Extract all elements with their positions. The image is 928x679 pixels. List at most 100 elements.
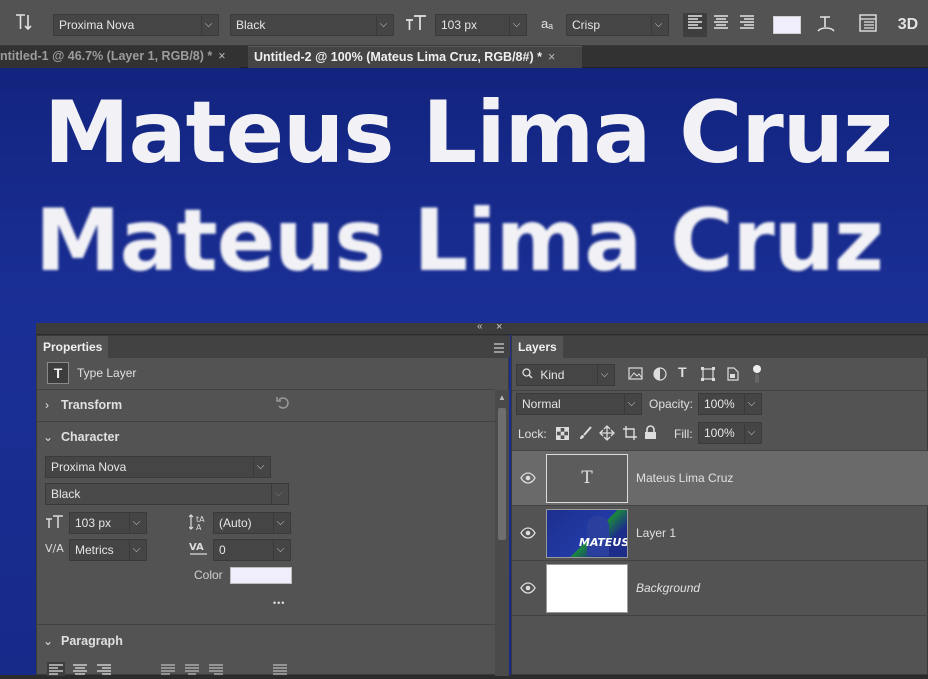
chevron-down-icon: ⌵ <box>597 365 611 385</box>
font-family-value: Proxima Nova <box>51 460 127 474</box>
layer-row-image[interactable]: MATEUS Layer 1 <box>512 506 928 561</box>
3d-icon[interactable]: 3D <box>894 13 922 37</box>
size-value: 103 px <box>75 516 112 530</box>
font-family-select[interactable]: Proxima Nova ⌵ <box>53 14 219 36</box>
chevron-down-icon: ⌵ <box>744 423 758 443</box>
paragraph-section-header[interactable]: Paragraph <box>61 634 123 648</box>
filter-smart-object-icon[interactable] <box>726 367 739 384</box>
chevron-right-icon[interactable]: › <box>45 398 49 412</box>
visibility-eye-icon[interactable] <box>520 525 536 541</box>
reset-icon[interactable] <box>275 395 291 411</box>
filter-kind-value: Kind <box>540 368 565 382</box>
scroll-up-icon[interactable]: ▲ <box>498 393 506 402</box>
kerning-value: Metrics <box>75 543 114 557</box>
character-font-style-select[interactable]: Black ⌵ <box>45 483 289 505</box>
chevron-down-icon[interactable]: ⌄ <box>43 430 53 444</box>
lock-artboard-icon[interactable] <box>622 425 638 444</box>
close-icon[interactable]: × <box>218 49 225 63</box>
lock-all-icon[interactable] <box>644 425 657 443</box>
character-section-header[interactable]: Character <box>61 430 119 444</box>
tab-untitled-1[interactable]: ntitled-1 @ 46.7% (Layer 1, RGB/8) * × <box>0 46 240 68</box>
layer-name[interactable]: Layer 1 <box>636 526 676 540</box>
align-right-icon[interactable] <box>735 13 759 39</box>
collapse-panels-icon[interactable]: « <box>477 321 483 332</box>
layer-row-background[interactable]: Background <box>512 561 928 616</box>
layer-filter-select[interactable]: Kind ⌵ <box>516 364 615 386</box>
font-size-icon <box>404 12 428 41</box>
character-size-select[interactable]: 103 px ⌵ <box>69 512 147 534</box>
paragraph-align-center-icon[interactable] <box>71 662 89 676</box>
close-panels-icon[interactable]: × <box>496 321 502 333</box>
antialias-select[interactable]: Crisp ⌵ <box>566 14 669 36</box>
search-icon <box>522 368 536 382</box>
filter-toggle-icon[interactable] <box>752 364 762 387</box>
svg-text:V/A: V/A <box>45 542 64 555</box>
blend-mode-value: Normal <box>522 397 561 411</box>
justify-last-center-icon[interactable] <box>183 662 201 676</box>
text-color-swatch[interactable] <box>773 16 801 34</box>
justify-last-right-icon[interactable] <box>207 662 225 676</box>
character-color-swatch[interactable] <box>230 567 292 584</box>
chevron-down-icon: ⌵ <box>201 15 215 35</box>
layer-1-thumbnail: MATEUS <box>546 509 628 558</box>
font-size-value: 103 px <box>441 18 478 32</box>
layer-type-label: Type Layer <box>77 366 137 380</box>
justify-last-left-icon[interactable] <box>159 662 177 676</box>
chevron-down-icon: ⌵ <box>744 394 758 414</box>
opacity-input[interactable]: 100% ⌵ <box>698 393 762 415</box>
filter-type-icon[interactable]: T <box>678 364 687 380</box>
filter-adjustment-icon[interactable] <box>653 367 667 384</box>
panel-dock-header: « × <box>36 321 928 335</box>
fill-value: 100% <box>704 426 735 440</box>
chevron-down-icon[interactable]: ⌄ <box>43 634 53 648</box>
document-tab-bar: ntitled-1 @ 46.7% (Layer 1, RGB/8) * × Un… <box>0 46 928 68</box>
layer-name[interactable]: Background <box>636 581 700 595</box>
visibility-eye-icon[interactable] <box>520 470 536 486</box>
tab-label: Untitled-2 @ 100% (Mateus Lima Cruz, RGB… <box>254 50 542 64</box>
tab-layers[interactable]: Layers <box>512 336 563 358</box>
lock-brush-icon[interactable] <box>578 426 593 444</box>
lock-transparent-icon[interactable] <box>556 427 569 443</box>
scrollbar-thumb[interactable] <box>498 408 506 540</box>
lock-label: Lock: <box>518 427 547 441</box>
chevron-down-icon: ⌵ <box>271 484 285 504</box>
character-tracking-select[interactable]: 0 ⌵ <box>213 539 291 561</box>
fill-label: Fill: <box>674 427 693 441</box>
character-kerning-select[interactable]: Metrics ⌵ <box>69 539 147 561</box>
font-size-select[interactable]: 103 px ⌵ <box>435 14 527 36</box>
close-icon[interactable]: × <box>548 50 555 64</box>
blend-mode-select[interactable]: Normal ⌵ <box>516 393 642 415</box>
filter-pixel-icon[interactable] <box>628 367 643 383</box>
antialias-icon: aₐ <box>540 16 554 31</box>
tab-untitled-2[interactable]: Untitled-2 @ 100% (Mateus Lima Cruz, RGB… <box>248 46 582 68</box>
layer-row-type[interactable]: T Mateus Lima Cruz <box>512 451 928 506</box>
background-thumbnail <box>546 564 628 613</box>
more-options-icon[interactable]: ••• <box>273 598 285 608</box>
paragraph-align-left-icon[interactable] <box>47 662 65 676</box>
panels-toggle-icon[interactable] <box>855 13 881 41</box>
properties-panel: Properties T Type Layer › Transform ⌄ Ch… <box>36 335 510 676</box>
filter-shape-icon[interactable] <box>701 367 715 384</box>
lock-position-icon[interactable] <box>599 425 615 444</box>
justify-all-icon[interactable] <box>271 662 289 676</box>
properties-scrollbar[interactable]: ▲ <box>495 390 509 676</box>
thumbnail-text: MATEUS <box>579 536 628 549</box>
paragraph-align-right-icon[interactable] <box>95 662 113 676</box>
align-center-icon[interactable] <box>709 13 733 39</box>
visibility-eye-icon[interactable] <box>520 580 536 596</box>
transform-section-header[interactable]: Transform <box>61 398 122 412</box>
warp-text-icon[interactable] <box>813 13 839 43</box>
character-font-family-select[interactable]: Proxima Nova ⌵ <box>45 456 271 478</box>
fill-input[interactable]: 100% ⌵ <box>698 422 762 444</box>
opacity-value: 100% <box>704 397 735 411</box>
layer-name[interactable]: Mateus Lima Cruz <box>636 471 733 485</box>
font-style-select[interactable]: Black ⌵ <box>230 14 394 36</box>
opacity-label: Opacity: <box>649 397 694 411</box>
tab-properties[interactable]: Properties <box>37 336 109 358</box>
panel-menu-icon[interactable] <box>493 342 505 353</box>
layers-tab-strip <box>512 336 928 358</box>
align-left-icon[interactable] <box>683 13 707 37</box>
text-orientation-icon[interactable] <box>12 11 38 41</box>
chevron-down-icon: ⌵ <box>509 15 523 35</box>
character-leading-select[interactable]: (Auto) ⌵ <box>213 512 291 534</box>
